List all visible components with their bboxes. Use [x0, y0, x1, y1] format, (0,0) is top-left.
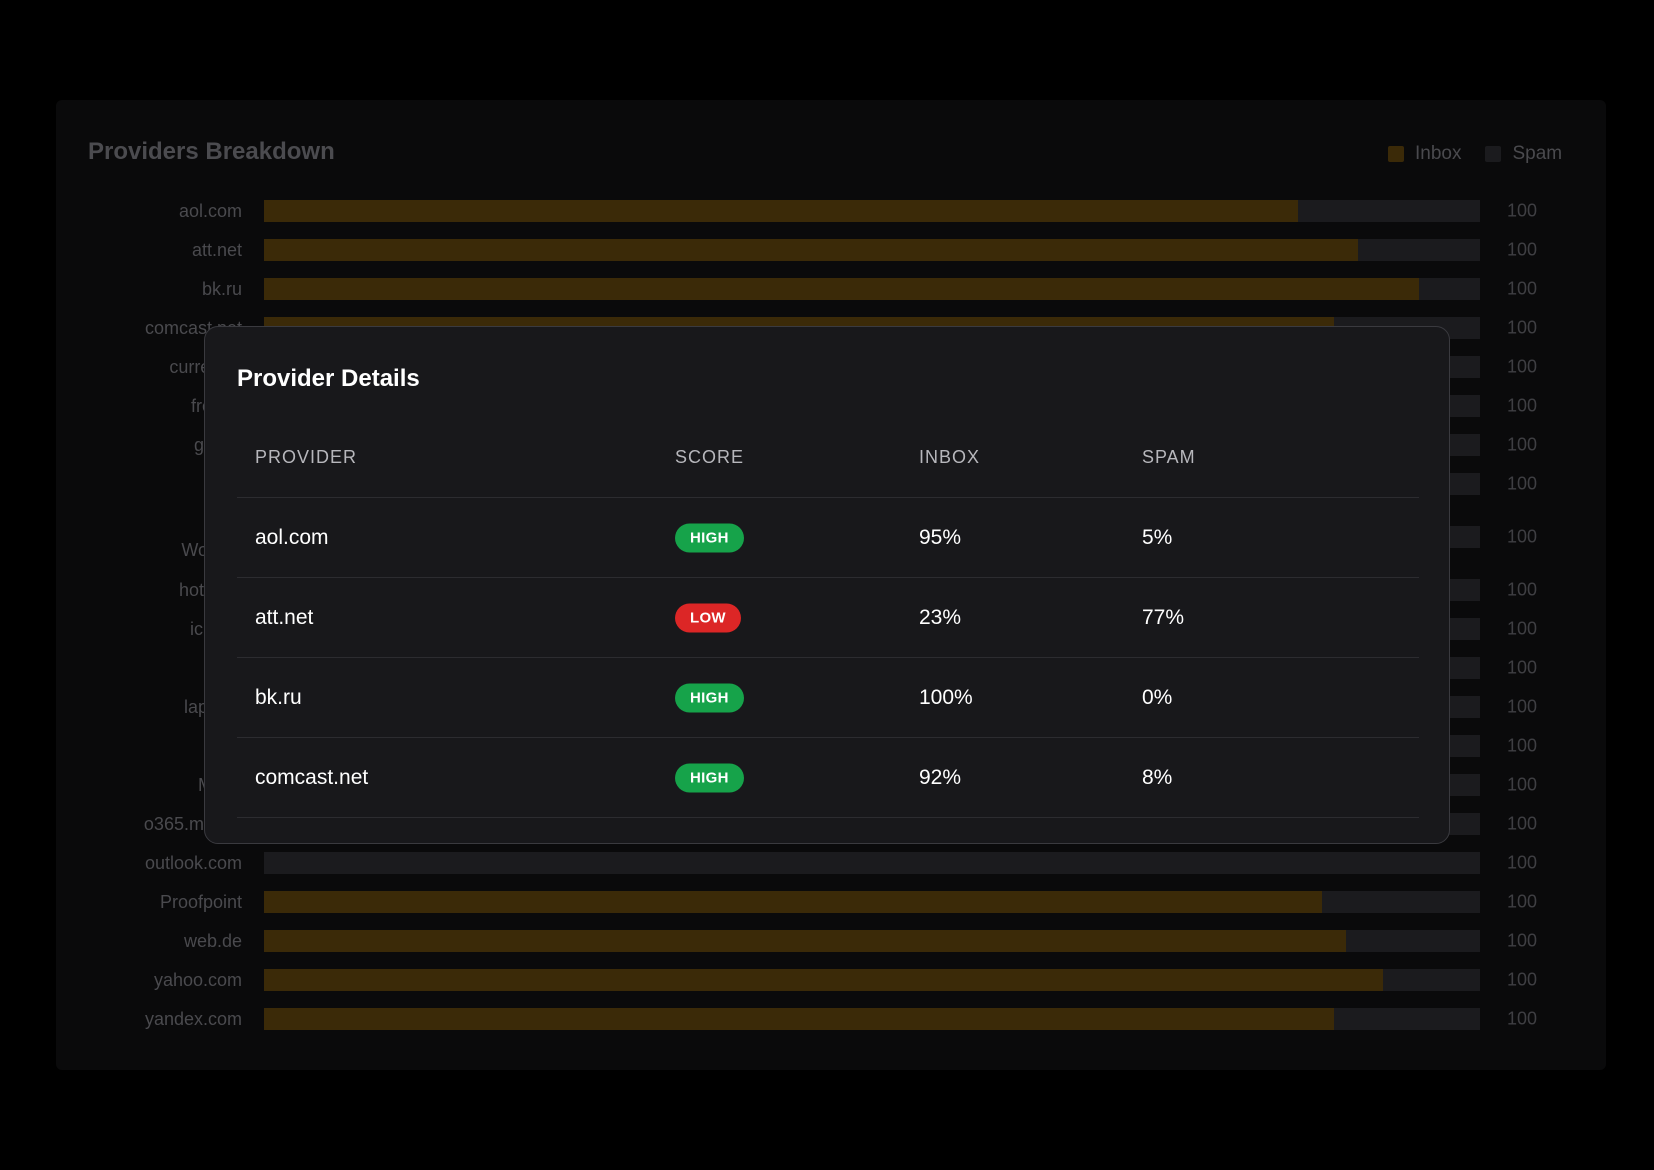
chart-title: Providers Breakdown: [88, 138, 335, 165]
bar-inbox: [264, 930, 1347, 952]
bar-row[interactable]: att.net 100: [0, 235, 1654, 265]
chart-legend: Inbox Spam: [1388, 143, 1586, 165]
bar-total-label: 100: [1507, 317, 1538, 338]
legend-label-inbox: Inbox: [1415, 143, 1462, 164]
bar-label: outlook.com: [144, 853, 242, 873]
bar-label: Proofpoint: [159, 892, 242, 912]
provider-cell: aol.com: [255, 525, 329, 549]
bar-label: att.net: [191, 240, 242, 260]
bar-label: web.de: [183, 931, 242, 951]
bar-total-label: 100: [1507, 969, 1538, 990]
provider-table: PROVIDER SCORE INBOX SPAM aol.com HIGH 9…: [237, 417, 1419, 818]
bar-label: aol.com: [178, 201, 242, 221]
spam-cell: 8%: [1142, 765, 1173, 789]
column-header-provider: PROVIDER: [255, 447, 358, 467]
bar-total-label: 100: [1507, 473, 1538, 494]
score-badge: HIGH: [675, 683, 744, 712]
column-header-inbox: INBOX: [919, 447, 981, 467]
bar-inbox: [264, 891, 1322, 913]
stage: Providers Breakdown Inbox Spam aol.com 10…: [0, 0, 1654, 1170]
bar-total-label: 100: [1507, 930, 1538, 951]
bar-row[interactable]: aol.com 100: [0, 196, 1654, 226]
column-header-score: SCORE: [675, 447, 745, 467]
bar-track-spam: [264, 930, 1480, 952]
bar-inbox: [264, 200, 1298, 222]
bar-total-label: 100: [1507, 618, 1538, 639]
bar-total-label: 100: [1507, 356, 1538, 377]
bar-row[interactable]: web.de 100: [0, 926, 1654, 956]
bar-total-label: 100: [1507, 200, 1538, 221]
bar-total-label: 100: [1507, 395, 1538, 416]
bar-inbox: [264, 239, 1359, 261]
inbox-cell: 100%: [919, 685, 973, 709]
legend-label-spam: Spam: [1512, 143, 1563, 164]
spam-cell: 77%: [1142, 605, 1185, 629]
bar-total-label: 100: [1507, 696, 1538, 717]
bar-total-label: 100: [1507, 526, 1538, 547]
provider-details-modal: Provider Details PROVIDER SCORE INBOX SP…: [204, 326, 1450, 844]
bar-row[interactable]: Proofpoint 100: [0, 887, 1654, 917]
provider-cell: bk.ru: [255, 685, 302, 709]
bar-track-spam: [264, 1008, 1480, 1030]
bar-label: yandex.com: [144, 1009, 242, 1029]
bar-total-label: 100: [1507, 774, 1538, 795]
legend-item-inbox: Inbox: [1388, 143, 1461, 165]
inbox-cell: 92%: [919, 765, 962, 789]
bar-total-label: 100: [1507, 434, 1538, 455]
table-header: PROVIDER SCORE INBOX SPAM: [237, 417, 1419, 498]
bar-track-spam: [264, 852, 1480, 874]
bar-track-spam: [264, 969, 1480, 991]
table-row[interactable]: aol.com HIGH 95% 5%: [237, 498, 1419, 578]
bar-inbox: [264, 278, 1420, 300]
bar-label: bk.ru: [201, 279, 242, 299]
bar-total-label: 100: [1507, 657, 1538, 678]
provider-cell: att.net: [255, 605, 314, 629]
inbox-cell: 23%: [919, 605, 962, 629]
score-badge: HIGH: [675, 523, 744, 552]
column-header-spam: SPAM: [1142, 447, 1196, 467]
bar-row[interactable]: outlook.com 100: [0, 848, 1654, 878]
bar-total-label: 100: [1507, 735, 1538, 756]
bar-total-label: 100: [1507, 239, 1538, 260]
bar-total-label: 100: [1507, 579, 1538, 600]
bar-total-label: 100: [1507, 813, 1538, 834]
bar-inbox: [264, 1008, 1335, 1030]
bar-track-spam: [264, 278, 1480, 300]
score-badge: LOW: [675, 603, 741, 632]
score-badge: HIGH: [675, 763, 744, 792]
bar-total-label: 100: [1507, 891, 1538, 912]
inbox-cell: 95%: [919, 525, 962, 549]
bar-track-spam: [264, 891, 1480, 913]
legend-swatch-inbox: [1388, 146, 1404, 162]
provider-cell: comcast.net: [255, 765, 369, 789]
spam-cell: 0%: [1142, 685, 1173, 709]
bar-inbox: [264, 969, 1383, 991]
table-row[interactable]: comcast.net HIGH 92% 8%: [237, 738, 1419, 818]
spam-cell: 5%: [1142, 525, 1173, 549]
table-row[interactable]: bk.ru HIGH 100% 0%: [237, 658, 1419, 738]
modal-title: Provider Details: [237, 365, 420, 392]
bar-total-label: 100: [1507, 1008, 1538, 1029]
legend-swatch-spam: [1485, 146, 1502, 162]
bar-track-spam: [264, 200, 1480, 222]
bar-label: yahoo.com: [153, 970, 242, 990]
legend-item-spam: Spam: [1485, 143, 1562, 165]
bar-row[interactable]: yahoo.com 100: [0, 965, 1654, 995]
bar-row[interactable]: bk.ru 100: [0, 274, 1654, 304]
bar-total-label: 100: [1507, 278, 1538, 299]
bar-track-spam: [264, 239, 1480, 261]
table-row[interactable]: att.net LOW 23% 77%: [237, 578, 1419, 658]
bar-total-label: 100: [1507, 852, 1538, 873]
bar-row[interactable]: yandex.com 100: [0, 1004, 1654, 1034]
